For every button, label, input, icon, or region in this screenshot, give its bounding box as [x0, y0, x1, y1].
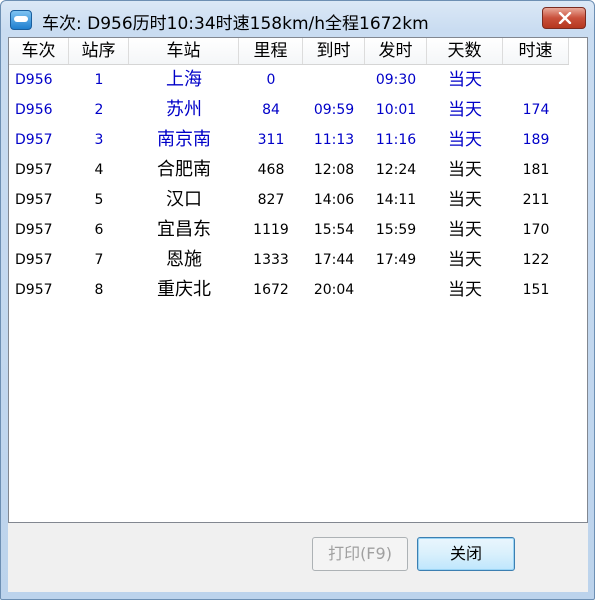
column-header-speed[interactable]: 时速 [503, 38, 569, 64]
row-seq: 3 [94, 132, 104, 148]
column-header-km[interactable]: 里程 [239, 38, 303, 64]
window-close-button[interactable] [542, 7, 586, 29]
row-speed: 181 [522, 162, 550, 178]
train-schedule-window: 车次: D956历时10:34时速158km/h全程1672km 车次 站序 车… [0, 0, 595, 600]
row-train: D956 [15, 72, 53, 88]
row-train: D957 [15, 192, 53, 208]
row-arrive: 14:06 [313, 192, 355, 208]
row-seq: 2 [94, 102, 104, 118]
row-depart: 14:11 [375, 192, 417, 208]
column-header-train[interactable]: 车次 [9, 38, 69, 64]
row-depart: 09:30 [375, 72, 417, 88]
row-station: 恩施 [166, 249, 202, 270]
row-train: D957 [15, 162, 53, 178]
column-header-seq[interactable]: 站序 [69, 38, 129, 64]
row-depart: 12:24 [375, 162, 417, 178]
row-seq: 5 [94, 192, 104, 208]
schedule-table[interactable]: 车次 站序 车站 里程 到时 发时 天数 时速 D956 1 上海 0 09:30 当天 D… [8, 37, 588, 523]
table-row[interactable]: D957 4 合肥南 468 12:08 12:24 当天 181 [9, 155, 569, 185]
print-button[interactable]: 打印(F9) [312, 537, 408, 571]
row-arrive: 09:59 [313, 102, 355, 118]
table-row[interactable]: D956 1 上海 0 09:30 当天 [9, 65, 569, 95]
row-km: 827 [257, 192, 285, 208]
row-km: 1672 [253, 282, 289, 298]
column-header-depart[interactable]: 发时 [365, 38, 427, 64]
row-speed: 189 [522, 132, 550, 148]
row-seq: 8 [94, 282, 104, 298]
table-row[interactable]: D957 3 南京南 311 11:13 11:16 当天 189 [9, 125, 569, 155]
table-header: 车次 站序 车站 里程 到时 发时 天数 时速 [9, 38, 569, 65]
window-title: 车次: D956历时10:34时速158km/h全程1672km [42, 14, 429, 34]
row-train: D957 [15, 222, 53, 238]
row-seq: 6 [94, 222, 104, 238]
row-arrive: 12:08 [313, 162, 355, 178]
table-row[interactable]: D957 6 宜昌东 1119 15:54 15:59 当天 170 [9, 215, 569, 245]
row-station: 南京南 [157, 129, 211, 150]
row-arrive: 15:54 [313, 222, 355, 238]
row-depart: 10:01 [375, 102, 417, 118]
row-seq: 1 [94, 72, 104, 88]
row-km: 468 [257, 162, 285, 178]
row-km: 84 [262, 102, 280, 118]
table-row[interactable]: D957 8 重庆北 1672 20:04 当天 151 [9, 275, 569, 305]
row-speed: 174 [522, 102, 550, 118]
row-station: 苏州 [166, 99, 202, 120]
title-bar[interactable]: 车次: D956历时10:34时速158km/h全程1672km [1, 1, 594, 37]
close-button[interactable]: 关闭 [417, 537, 515, 571]
row-train: D957 [15, 282, 53, 298]
row-day: 当天 [448, 250, 482, 270]
row-day: 当天 [448, 280, 482, 300]
row-seq: 4 [94, 162, 104, 178]
row-speed: 151 [522, 282, 550, 298]
row-day: 当天 [448, 220, 482, 240]
row-station: 重庆北 [157, 279, 211, 300]
row-arrive [303, 65, 365, 95]
row-depart: 11:16 [375, 132, 417, 148]
row-arrive: 11:13 [313, 132, 355, 148]
row-day: 当天 [448, 100, 482, 120]
row-km: 1333 [253, 252, 289, 268]
column-header-days[interactable]: 天数 [427, 38, 503, 64]
row-depart [365, 275, 427, 305]
row-speed [503, 65, 569, 95]
row-km: 1119 [253, 222, 289, 238]
row-train: D956 [15, 102, 53, 118]
row-arrive: 17:44 [313, 252, 355, 268]
table-row[interactable]: D957 7 恩施 1333 17:44 17:49 当天 122 [9, 245, 569, 275]
row-train: D957 [15, 252, 53, 268]
row-day: 当天 [448, 130, 482, 150]
row-day: 当天 [448, 160, 482, 180]
column-header-station[interactable]: 车站 [129, 38, 239, 64]
row-station: 宜昌东 [157, 219, 211, 240]
row-depart: 17:49 [375, 252, 417, 268]
row-day: 当天 [448, 70, 482, 90]
row-speed: 170 [522, 222, 550, 238]
row-station: 上海 [166, 69, 202, 90]
row-day: 当天 [448, 190, 482, 210]
dialog-client-area: 车次 站序 车站 里程 到时 发时 天数 时速 D956 1 上海 0 09:30 当天 D… [8, 37, 588, 592]
close-x-icon [558, 12, 572, 24]
column-header-arrive[interactable]: 到时 [303, 38, 365, 64]
row-seq: 7 [94, 252, 104, 268]
row-speed: 122 [522, 252, 550, 268]
train-app-icon [10, 10, 32, 30]
row-station: 合肥南 [157, 159, 211, 180]
row-speed: 211 [522, 192, 550, 208]
table-row[interactable]: D956 2 苏州 84 09:59 10:01 当天 174 [9, 95, 569, 125]
row-train: D957 [15, 132, 53, 148]
row-station: 汉口 [166, 189, 202, 210]
row-km: 0 [266, 72, 276, 88]
row-arrive: 20:04 [313, 282, 355, 298]
row-depart: 15:59 [375, 222, 417, 238]
row-km: 311 [257, 132, 285, 148]
table-row[interactable]: D957 5 汉口 827 14:06 14:11 当天 211 [9, 185, 569, 215]
